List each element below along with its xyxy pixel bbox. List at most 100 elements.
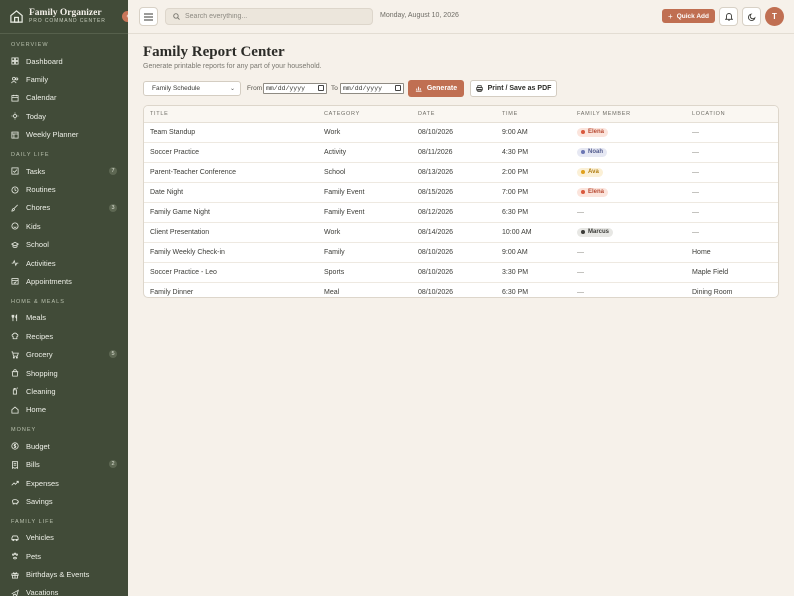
sidebar-item-bills[interactable]: Bills 2 <box>0 455 128 473</box>
count-badge: 7 <box>109 166 117 175</box>
receipt-icon <box>12 460 18 469</box>
count-badge: 5 <box>109 350 117 359</box>
dollar-icon <box>11 442 19 450</box>
sidebar-item-label: Budget <box>26 441 50 451</box>
cell-title: Team Standup <box>144 122 318 143</box>
sidebar-item-activities[interactable]: Activities <box>0 254 128 272</box>
quick-add-button[interactable]: + Quick Add <box>662 9 715 23</box>
menu-button[interactable] <box>139 7 158 26</box>
generate-button[interactable]: Generate <box>408 80 464 97</box>
sidebar-item-vacations[interactable]: Vacations <box>0 584 128 596</box>
count-badge: 3 <box>109 203 117 212</box>
sidebar-item-label: Routines <box>26 185 56 195</box>
sidebar-item-budget[interactable]: Budget <box>0 437 128 455</box>
grid-icon <box>11 57 19 65</box>
cell-value: — <box>577 268 584 276</box>
sidebar-item-pets[interactable]: Pets <box>0 547 128 565</box>
sidebar-item-appointments[interactable]: Appointments <box>0 272 128 290</box>
cell-value: Family Event <box>324 188 365 196</box>
sidebar-item-weekly-planner[interactable]: Weekly Planner <box>0 126 128 144</box>
report-type-select[interactable]: Family Schedule ⌄ <box>143 81 241 96</box>
paw-icon <box>12 552 18 560</box>
sidebar-item-family[interactable]: Family <box>0 70 128 88</box>
table-row: Family Dinner Meal 08/10/2026 6:30 PM — Dinin… <box>144 282 778 297</box>
cell-value: — <box>577 208 584 216</box>
calendar-picker-icon[interactable] <box>395 85 401 91</box>
theme-toggle-button[interactable] <box>742 7 761 26</box>
cell-value: 9:00 AM <box>502 248 528 256</box>
sidebar-item-meals[interactable]: Meals <box>0 309 128 327</box>
sidebar-item-chores[interactable]: Chores 3 <box>0 199 128 217</box>
from-date-input[interactable]: mm/dd/yyyy <box>263 83 327 94</box>
plus-icon: + <box>668 11 673 21</box>
sidebar-item-kids[interactable]: Kids <box>0 217 128 235</box>
table-header-row: TITLE CATEGORY DATE TIME FAMILY MEMBER LOCATI… <box>144 106 778 123</box>
chef-icon <box>11 332 19 340</box>
member-pill: Ava <box>577 167 603 177</box>
cell-category: Meal <box>318 282 412 297</box>
sidebar-item-home[interactable]: Home <box>0 401 128 419</box>
sidebar-section-label: FAMILY LIFE <box>11 518 55 525</box>
sidebar-item-label: Pets <box>26 551 42 561</box>
member-pill: Elena <box>577 187 609 197</box>
cell-value: 3:30 PM <box>502 268 529 276</box>
table-row: Family Weekly Check-in Family 08/10/2026 9:… <box>144 242 778 263</box>
member-pill: Marcus <box>577 227 614 237</box>
sidebar-item-birthdays-events[interactable]: Birthdays & Events <box>0 565 128 583</box>
print-button[interactable]: Print / Save as PDF <box>470 80 557 97</box>
sidebar-item-expenses[interactable]: Expenses <box>0 474 128 492</box>
home-logo-icon <box>10 10 23 23</box>
table-row: Parent-Teacher Conference School 08/13/202… <box>144 162 778 183</box>
sidebar-item-calendar[interactable]: Calendar <box>0 89 128 107</box>
cell-value: School <box>324 168 346 176</box>
gift-icon <box>11 571 19 579</box>
search-input[interactable] <box>185 13 365 20</box>
notifications-button[interactable] <box>719 7 738 26</box>
cell-member: Ava <box>571 162 686 183</box>
cell-time: 6:30 PM <box>496 282 571 297</box>
current-date: Monday, August 10, 2026 <box>380 12 459 19</box>
sidebar-item-school[interactable]: School <box>0 236 128 254</box>
search-box[interactable] <box>165 8 373 25</box>
sidebar-item-label: Savings <box>26 496 53 506</box>
user-avatar[interactable]: T <box>765 7 784 26</box>
cell-value: Family Event <box>324 208 365 216</box>
sidebar-item-grocery[interactable]: Grocery 5 <box>0 345 128 363</box>
sidebar-item-shopping[interactable]: Shopping <box>0 364 128 382</box>
cell-member: — <box>571 242 686 263</box>
sidebar-item-savings[interactable]: Savings <box>0 492 128 510</box>
cell-location: — <box>686 182 778 203</box>
cell-value: Activity <box>324 148 347 156</box>
calendar-picker-icon[interactable] <box>318 85 324 91</box>
sidebar-item-recipes[interactable]: Recipes <box>0 327 128 345</box>
cell-value: — <box>692 188 699 196</box>
cell-time: 9:00 AM <box>496 242 571 263</box>
cell-value: 2:00 PM <box>502 168 529 176</box>
member-dot <box>581 150 585 154</box>
sidebar-item-dashboard[interactable]: Dashboard <box>0 52 128 70</box>
report-table: TITLE CATEGORY DATE TIME FAMILY MEMBER LOCATI… <box>144 106 778 297</box>
cell-member: Elena <box>571 122 686 143</box>
sidebar-item-vehicles[interactable]: Vehicles <box>0 529 128 547</box>
cell-value: Parent-Teacher Conference <box>150 168 236 176</box>
cell-value: 08/10/2026 <box>418 128 454 136</box>
sidebar-item-today[interactable]: Today <box>0 107 128 125</box>
brand: Family Organizer PRO COMMAND CENTER ‹ <box>0 0 128 34</box>
sidebar-item-label: Family <box>26 75 49 85</box>
member-name: Marcus <box>588 229 610 235</box>
sidebar-item-routines[interactable]: Routines <box>0 180 128 198</box>
cell-value: 08/13/2026 <box>418 168 454 176</box>
column-header: LOCATION <box>686 106 778 123</box>
piggy-icon <box>12 499 19 505</box>
cell-value: 4:30 PM <box>502 148 529 156</box>
trending-icon <box>11 480 19 486</box>
cell-value: Work <box>324 228 341 236</box>
moon-icon <box>747 12 756 21</box>
sidebar-item-label: Vehicles <box>26 533 54 543</box>
cell-value: Date Night <box>150 188 184 196</box>
to-date-input[interactable]: mm/dd/yyyy <box>340 83 404 94</box>
sidebar-item-label: School <box>26 240 49 250</box>
sidebar-item-cleaning[interactable]: Cleaning <box>0 382 128 400</box>
sidebar-item-tasks[interactable]: Tasks 7 <box>0 162 128 180</box>
collapse-sidebar-button[interactable]: ‹ <box>122 11 128 22</box>
